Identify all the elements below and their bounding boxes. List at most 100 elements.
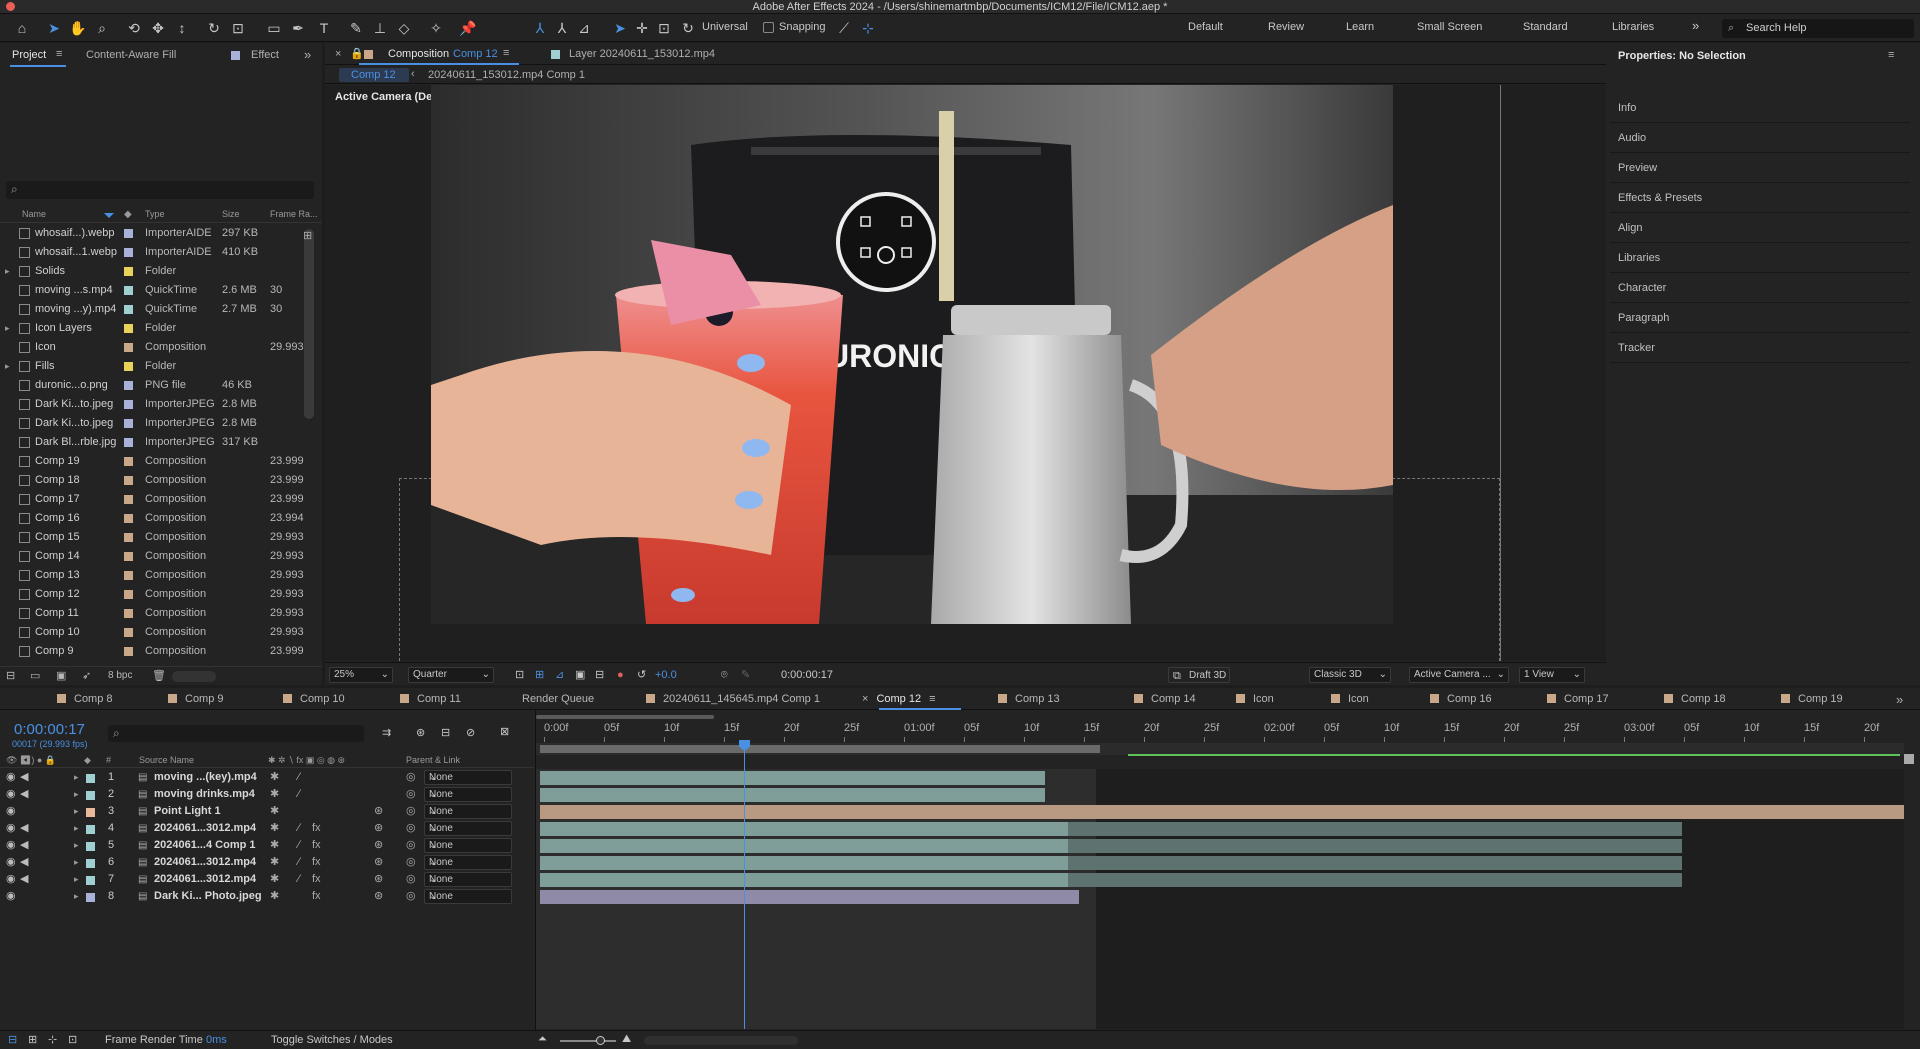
fast-preview-icon[interactable]: ⊡ — [515, 667, 524, 683]
project-item[interactable]: Comp 12 Composition 29.993 — [0, 585, 306, 604]
layer-row[interactable]: ◉ ◀ ▸ 4 ▤ 2024061...3012.mp4 ✱ ∕ fx ⊛ ◎ None ⌄ — [0, 820, 534, 837]
visibility-eye-icon[interactable]: ◉ — [6, 820, 16, 837]
timeline-tab[interactable]: Comp 17 — [1547, 688, 1609, 710]
workspace-default[interactable]: Default — [1188, 21, 1223, 33]
parent-dropdown[interactable]: None ⌄ — [424, 889, 512, 904]
label-swatch[interactable] — [124, 419, 133, 428]
fx-switch-icon[interactable]: fx — [312, 837, 321, 854]
pen-tool-icon[interactable]: ✒ — [288, 18, 308, 38]
3d-scale-icon[interactable]: ⊡ — [654, 18, 674, 38]
quality-switch-icon[interactable]: ∕ — [298, 786, 300, 803]
pickwhip-icon[interactable]: ◎ — [406, 854, 416, 871]
label-swatch[interactable] — [124, 305, 133, 314]
close-tab-icon[interactable]: × — [335, 48, 341, 60]
properties-section-character[interactable]: Character — [1610, 273, 1910, 303]
dolly-camera-icon[interactable]: ↕ — [172, 18, 192, 38]
close-window-button[interactable] — [6, 2, 15, 11]
eraser-tool-icon[interactable]: ◇ — [394, 18, 414, 38]
col-name[interactable]: Name — [22, 209, 46, 219]
clone-stamp-icon[interactable]: ⊥ — [370, 18, 390, 38]
workspace-learn[interactable]: Learn — [1346, 21, 1374, 33]
timeline-scrollbar[interactable] — [644, 1036, 798, 1045]
timeline-tab[interactable]: Icon — [1331, 688, 1369, 710]
visibility-eye-icon[interactable]: ◉ — [6, 769, 16, 786]
transfer-controls-toggle-icon[interactable]: ⊞ — [28, 1032, 37, 1048]
zoom-in-timeline-icon[interactable]: ⛰ — [622, 1031, 631, 1047]
label-swatch[interactable] — [86, 774, 95, 783]
label-swatch[interactable] — [124, 438, 133, 447]
workspace-small-screen[interactable]: Small Screen — [1417, 21, 1482, 33]
layer-row[interactable]: ◉ ◀ ▸ 5 ▤ 2024061...4 Comp 1 ✱ ∕ fx ⊛ ◎ None ⌄ — [0, 837, 534, 854]
layer-duration-bar[interactable] — [540, 771, 1045, 785]
tab-menu-icon[interactable]: ≡ — [503, 47, 509, 59]
zoom-tool-icon[interactable]: ⌕ — [92, 18, 112, 38]
pickwhip-icon[interactable]: ◎ — [406, 837, 416, 854]
zoom-in-icon[interactable] — [1904, 754, 1916, 774]
fx-switch-icon[interactable]: fx — [312, 871, 321, 888]
pickwhip-icon[interactable]: ◎ — [406, 786, 416, 803]
label-swatch[interactable] — [124, 628, 133, 637]
timeline-tab[interactable]: Icon — [1236, 688, 1274, 710]
playhead[interactable] — [739, 740, 750, 1029]
label-swatch[interactable] — [124, 381, 133, 390]
label-swatch[interactable] — [86, 791, 95, 800]
shy-switch-icon[interactable]: ✱ — [270, 769, 279, 786]
snap-target-icon[interactable]: ⊹ — [858, 18, 878, 38]
properties-section-libraries[interactable]: Libraries — [1610, 243, 1910, 273]
crumb-next[interactable]: 20240611_153012.mp4 Comp 1 — [428, 69, 585, 81]
pickwhip-icon[interactable]: ◎ — [406, 871, 416, 888]
layer-duration-bar[interactable] — [540, 890, 1079, 904]
audio-speaker-icon[interactable]: ◀ — [20, 871, 28, 888]
in-out-toggle-icon[interactable]: ⊹ — [48, 1032, 57, 1048]
puppet-pin-icon[interactable]: 📌 — [458, 18, 478, 38]
viewer-canvas[interactable]: Active Camera (Default) URONIC — [325, 85, 1606, 661]
expand-arrow-icon[interactable]: ▸ — [5, 262, 10, 281]
project-item[interactable]: Dark Ki...to.jpeg ImporterJPEG 2.8 MB — [0, 414, 306, 433]
timeline-search-input[interactable]: ⌕ — [108, 725, 364, 742]
render-time-toggle-icon[interactable]: ⊡ — [68, 1032, 77, 1048]
layer-row[interactable]: ◉ ▸ 3 ▤ Point Light 1 ✱ ⊛ ◎ None ⌄ — [0, 803, 534, 820]
properties-section-preview[interactable]: Preview — [1610, 153, 1910, 183]
project-item[interactable]: Icon Composition 29.993 — [0, 338, 306, 357]
3d-layer-switch-icon[interactable]: ⊛ — [374, 837, 383, 854]
expand-arrow-icon[interactable]: ▸ — [74, 837, 79, 854]
layer-duration-bar-tail[interactable] — [1068, 822, 1682, 836]
rotate-tool-icon[interactable]: ↻ — [204, 18, 224, 38]
project-item[interactable]: moving ...s.mp4 QuickTime 2.6 MB 30 — [0, 281, 306, 300]
expand-arrow-icon[interactable]: ▸ — [74, 803, 79, 820]
audio-speaker-icon[interactable]: ◀ — [20, 769, 28, 786]
properties-section-audio[interactable]: Audio — [1610, 123, 1910, 153]
visibility-eye-icon[interactable]: ◉ — [6, 888, 16, 905]
rectangle-tool-icon[interactable]: ▭ — [264, 18, 284, 38]
parent-dropdown[interactable]: None ⌄ — [424, 838, 512, 853]
lock-icon[interactable]: 🔒 — [350, 47, 364, 60]
parent-dropdown[interactable]: None ⌄ — [424, 804, 512, 819]
layer-switches-toggle-icon[interactable]: ⊟ — [8, 1032, 17, 1048]
label-swatch[interactable] — [124, 590, 133, 599]
timeline-tab[interactable]: Comp 9 — [168, 688, 224, 710]
tab-composition-name[interactable]: Comp 12 — [453, 48, 498, 60]
zoom-out-timeline-icon[interactable]: ⏶ — [538, 1031, 547, 1047]
current-time-display[interactable]: 0:00:00:17 — [14, 721, 85, 738]
project-item[interactable]: Comp 11 Composition 29.993 — [0, 604, 306, 623]
shy-switch-icon[interactable]: ✱ — [270, 786, 279, 803]
layer-duration-bar[interactable] — [540, 839, 1068, 853]
label-swatch[interactable] — [124, 324, 133, 333]
layer-row[interactable]: ◉ ◀ ▸ 7 ▤ 2024061...3012.mp4 ✱ ∕ fx ⊛ ◎ None ⌄ — [0, 871, 534, 888]
roto-brush-icon[interactable]: ✧ — [426, 18, 446, 38]
timeline-tab[interactable]: Comp 11 — [400, 688, 461, 710]
time-navigator[interactable] — [536, 712, 1904, 722]
work-area-bar[interactable] — [540, 745, 1100, 753]
3d-move-icon[interactable]: ✛ — [632, 18, 652, 38]
tab-composition-prefix[interactable]: Composition — [388, 48, 449, 60]
draft-3d-timeline-icon[interactable]: ⊛ — [416, 725, 425, 741]
visibility-eye-icon[interactable]: ◉ — [6, 803, 16, 820]
world-axis-icon[interactable]: ⅄ — [552, 18, 572, 38]
comp-flowchart-icon[interactable]: ⇉ — [382, 725, 391, 741]
shy-switch-icon[interactable]: ✱ — [270, 888, 279, 905]
shy-switch-icon[interactable]: ✱ — [270, 837, 279, 854]
label-swatch[interactable] — [86, 893, 95, 902]
visibility-eye-icon[interactable]: ◉ — [6, 854, 16, 871]
tab-project[interactable]: Project — [12, 49, 46, 61]
graph-editor-icon[interactable]: ⊠ — [500, 724, 509, 740]
